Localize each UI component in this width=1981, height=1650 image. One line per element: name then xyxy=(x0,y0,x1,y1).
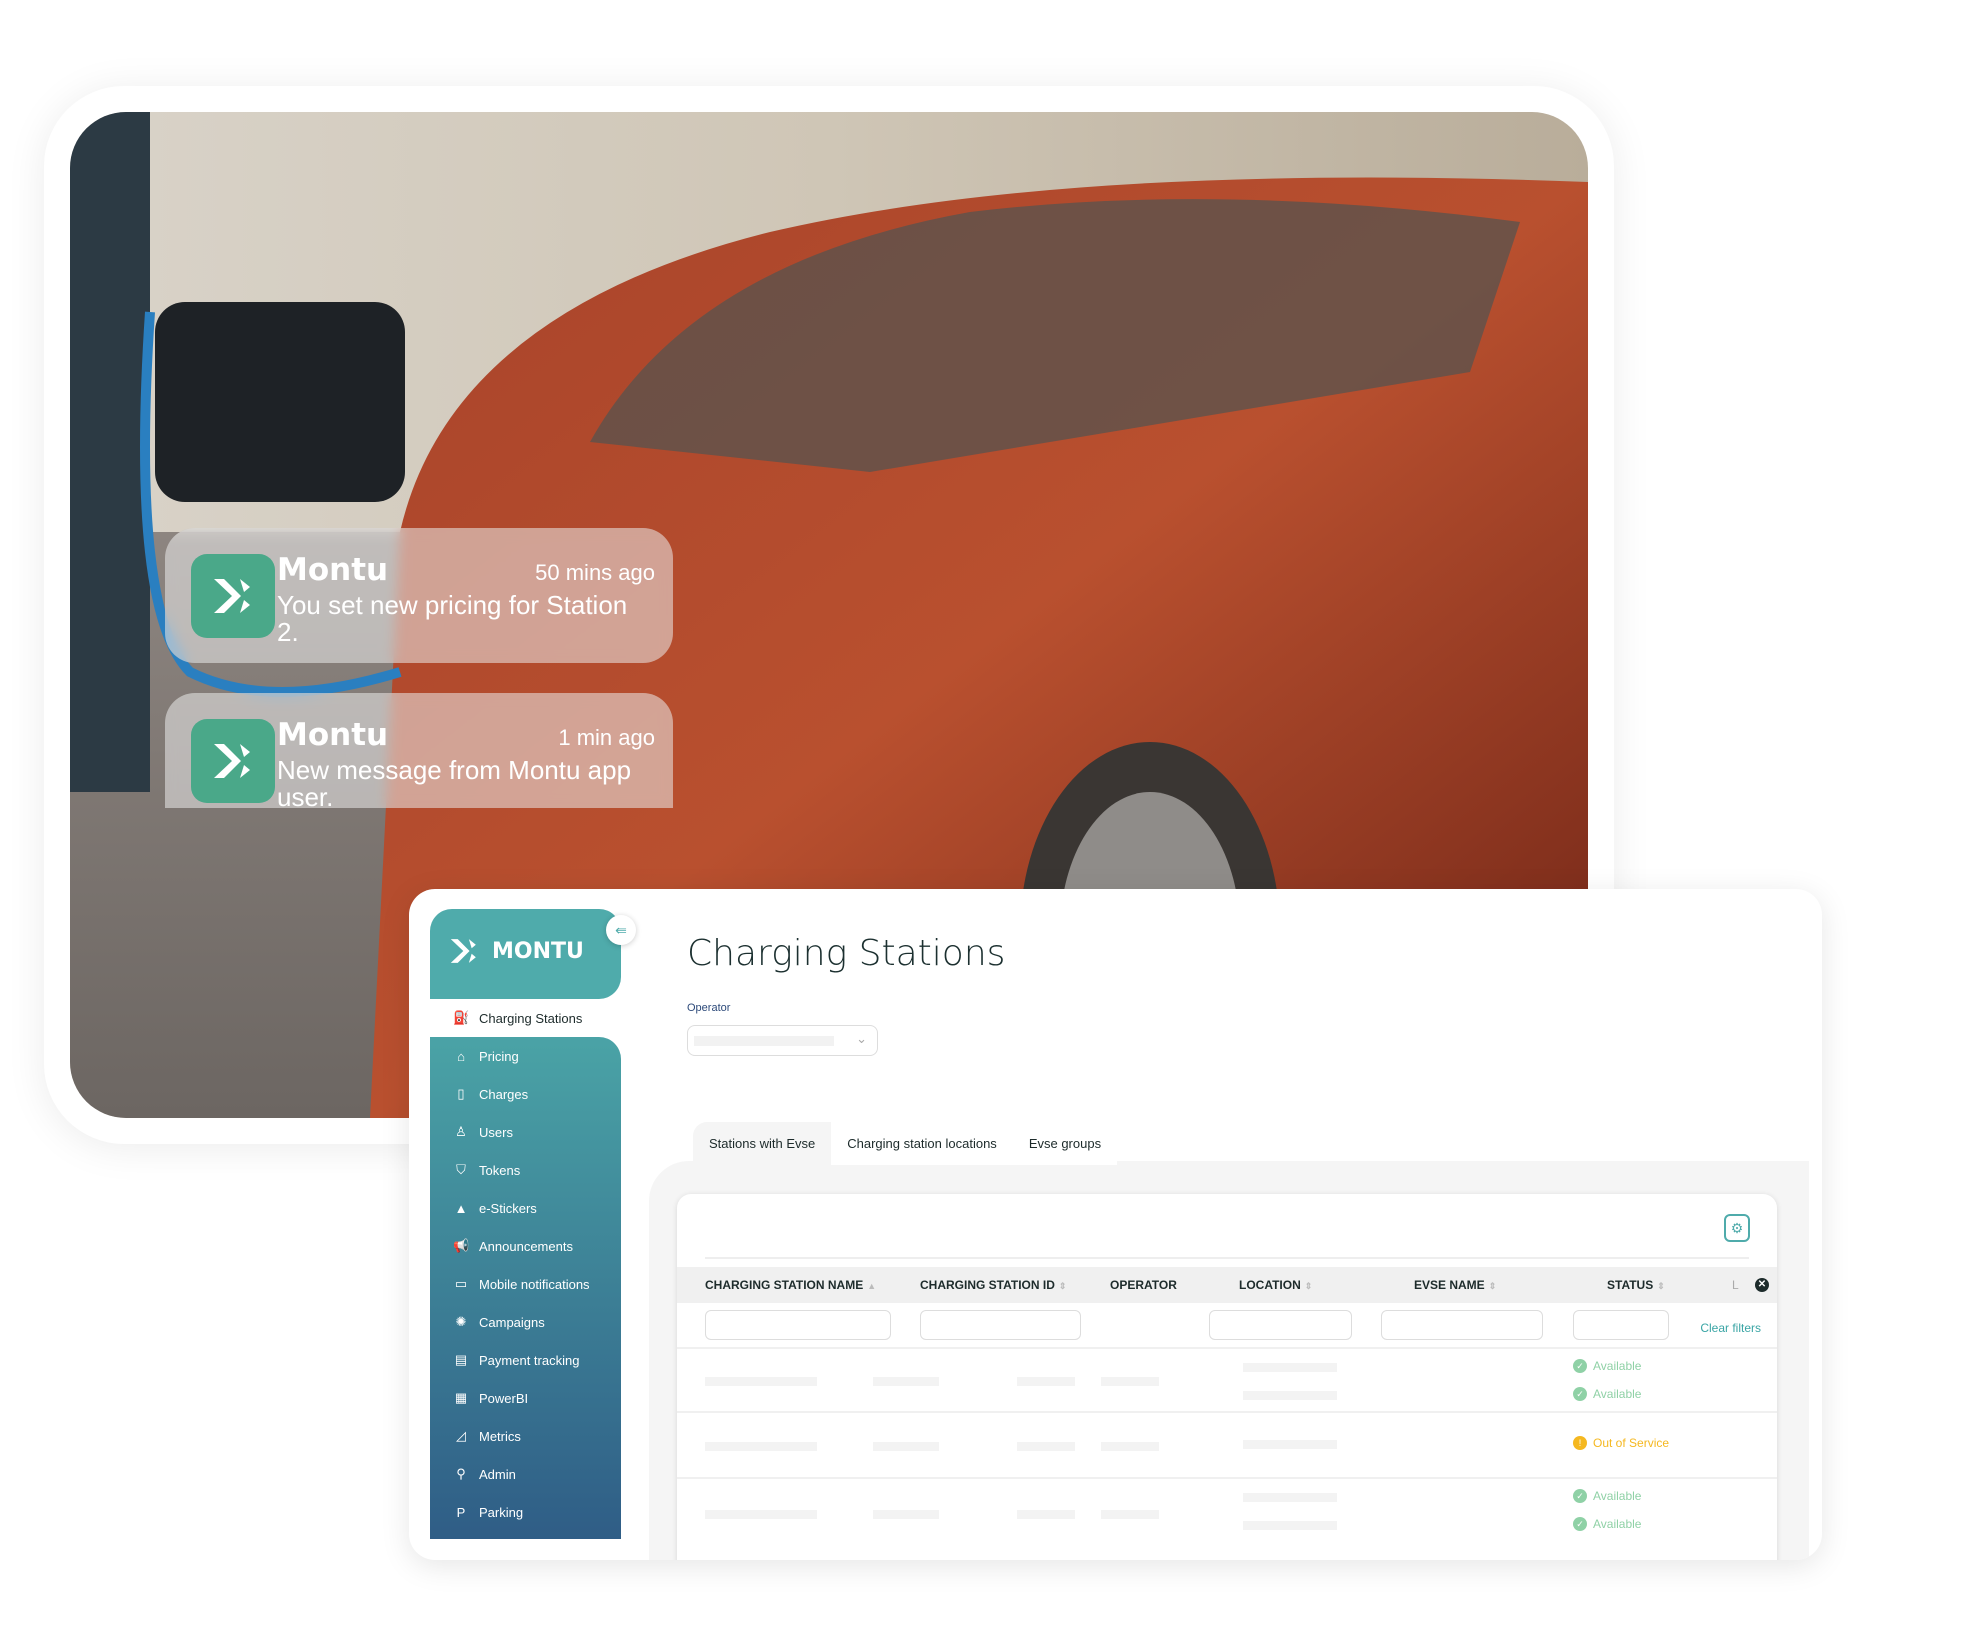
table-row[interactable]: ✓ Available ✓ Available xyxy=(677,1347,1777,1411)
clear-filters-link[interactable]: Clear filters xyxy=(1700,1321,1761,1335)
sidebar-item-payment-tracking[interactable]: ▤ Payment tracking xyxy=(430,1341,621,1379)
tag-icon: ⌂ xyxy=(457,1048,465,1064)
col-evse-name[interactable]: EVSE NAME ⇕ xyxy=(1414,1278,1496,1292)
sidebar-item-metrics[interactable]: ◿ Metrics xyxy=(430,1417,621,1455)
settings-gear-icon[interactable]: ⚙ xyxy=(1724,1214,1750,1242)
tabs: Stations with Evse Charging station loca… xyxy=(693,1122,1118,1165)
filter-status-input[interactable] xyxy=(1573,1310,1669,1340)
sidebar-item-label: Admin xyxy=(479,1466,516,1482)
operator-label: Operator xyxy=(687,1002,731,1014)
shield-icon: ⛉ xyxy=(456,1162,466,1177)
table-row[interactable]: ! Out of Service xyxy=(677,1411,1777,1477)
sidebar-item-label: Metrics xyxy=(479,1428,521,1444)
sidebar-item-admin[interactable]: ⚲ Admin xyxy=(430,1455,621,1493)
sidebar-header: MONTU xyxy=(430,909,621,999)
notification-time: 1 min ago xyxy=(558,725,655,750)
sidebar-item-users[interactable]: ♙ Users xyxy=(430,1113,621,1151)
battery-charge-icon: ▯ xyxy=(457,1086,465,1101)
operator-select[interactable]: ⌄ xyxy=(687,1025,878,1056)
sidebar-item-parking[interactable]: P Parking xyxy=(430,1493,621,1531)
filter-id-input[interactable] xyxy=(920,1310,1081,1340)
message-icon: ▭ xyxy=(454,1276,468,1291)
warning-icon: ! xyxy=(1573,1436,1587,1450)
sidebar-item-mobile-notifications[interactable]: ▭ Mobile notifications xyxy=(430,1265,621,1303)
close-icon[interactable]: ✕ xyxy=(1755,1278,1769,1292)
sidebar-item-campaigns[interactable]: ✺ Campaigns xyxy=(430,1303,621,1341)
sidebar-item-charging-stations[interactable]: ⛽ Charging Stations xyxy=(430,999,621,1037)
sidebar-item-powerbi[interactable]: ▦ PowerBI xyxy=(430,1379,621,1417)
table-header: CHARGING STATION NAME ▲ CHARGING STATION … xyxy=(677,1267,1777,1303)
sidebar-item-label: Charging Stations xyxy=(479,1010,583,1026)
collapse-sidebar-button[interactable]: ⇚ xyxy=(606,915,636,945)
metrics-icon: ◿ xyxy=(456,1428,466,1443)
notification-card[interactable]: Montu 50 mins ago You set new pricing fo… xyxy=(165,528,673,663)
chevron-down-icon: ⌄ xyxy=(856,1031,867,1046)
sidebar-item-pricing[interactable]: ⌂ Pricing xyxy=(430,1037,621,1075)
payment-icon: ▤ xyxy=(454,1352,468,1367)
check-circle-icon: ✓ xyxy=(1573,1359,1587,1373)
sidebar-item-label: Campaigns xyxy=(479,1314,545,1330)
sidebar-item-label: Pricing xyxy=(479,1048,519,1064)
montu-logo-icon xyxy=(191,554,275,638)
notification-card[interactable]: Montu 1 min ago New message from Montu a… xyxy=(165,693,673,812)
dashboard-window: MONTU ⇚ ⛽ Charging Stations ⌂ Pricing ▯ Cha… xyxy=(409,889,1822,1560)
brand: MONTU xyxy=(448,935,584,967)
sidebar-item-label: PowerBI xyxy=(479,1390,529,1406)
check-circle-icon: ✓ xyxy=(1573,1517,1587,1531)
sidebar-item-announcements[interactable]: 📢 Announcements xyxy=(430,1227,621,1265)
status-badge: ✓ Available xyxy=(1573,1517,1641,1531)
charging-station-icon: ⛽ xyxy=(453,1010,470,1025)
sidebar-item-label: Announcements xyxy=(479,1238,573,1254)
filter-name-input[interactable] xyxy=(705,1310,891,1340)
col-charging-station-name[interactable]: CHARGING STATION NAME ▲ xyxy=(705,1278,876,1292)
sidebar-item-tokens[interactable]: ⛉ Tokens xyxy=(430,1151,621,1189)
brand-name: MONTU xyxy=(492,938,584,964)
sidebar-item-label: Mobile notifications xyxy=(479,1276,590,1292)
check-circle-icon: ✓ xyxy=(1573,1387,1587,1401)
col-location[interactable]: LOCATION ⇕ xyxy=(1239,1278,1312,1292)
sidebar-item-label: Payment tracking xyxy=(479,1352,580,1368)
tab-charging-station-locations[interactable]: Charging station locations xyxy=(831,1122,1013,1165)
sticker-icon: ▲ xyxy=(454,1200,468,1216)
notification-time: 50 mins ago xyxy=(535,560,655,585)
sidebar-nav: ⌂ Pricing ▯ Charges ♙ Users ⛉ Tokens ▲ e-Stickers… xyxy=(430,1037,621,1539)
col-status[interactable]: STATUS ⇕ xyxy=(1607,1278,1665,1292)
check-circle-icon: ✓ xyxy=(1573,1489,1587,1503)
sidebar-item-e-stickers[interactable]: ▲ e-Stickers xyxy=(430,1189,621,1227)
sidebar-item-label: Tokens xyxy=(479,1162,521,1178)
admin-icon: ⚲ xyxy=(456,1466,466,1481)
table-row[interactable]: ✓ Available ✓ Available xyxy=(677,1477,1777,1547)
col-truncated[interactable]: L xyxy=(1732,1278,1739,1292)
montu-logo-icon xyxy=(450,939,476,963)
status-badge: ✓ Available xyxy=(1573,1489,1641,1503)
megaphone-icon: 📢 xyxy=(453,1238,470,1253)
notification-message: New message from Montu app user. xyxy=(277,755,632,812)
col-charging-station-id[interactable]: CHARGING STATION ID ⇕ xyxy=(920,1278,1066,1292)
tab-evse-groups[interactable]: Evse groups xyxy=(1012,1122,1118,1165)
col-operator[interactable]: OPERATOR xyxy=(1110,1278,1177,1292)
notification-message: You set new pricing for Station 2. xyxy=(277,590,628,647)
page-title: Charging Stations xyxy=(687,933,1006,974)
sidebar-item-charges[interactable]: ▯ Charges xyxy=(430,1075,621,1113)
status-badge: ✓ Available xyxy=(1573,1359,1641,1373)
filter-location-input[interactable] xyxy=(1209,1310,1352,1340)
sidebar-item-label: Users xyxy=(479,1124,513,1140)
tab-stations-with-evse[interactable]: Stations with Evse xyxy=(693,1122,832,1165)
sidebar-item-label: e-Stickers xyxy=(479,1200,537,1216)
sidebar-item-label: Parking xyxy=(479,1504,524,1520)
campaign-icon: ✺ xyxy=(455,1314,467,1329)
parking-icon: P xyxy=(456,1504,466,1520)
filter-evse-input[interactable] xyxy=(1381,1310,1543,1340)
montu-logo-icon xyxy=(191,719,275,803)
status-badge: ✓ Available xyxy=(1573,1387,1641,1401)
status-badge: ! Out of Service xyxy=(1573,1436,1669,1450)
stations-table: ⚙ CHARGING STATION NAME ▲ CHARGING STATIO… xyxy=(677,1194,1777,1560)
chart-icon: ▦ xyxy=(454,1390,468,1405)
sidebar-item-label: Charges xyxy=(479,1086,529,1102)
user-icon: ♙ xyxy=(455,1124,467,1139)
